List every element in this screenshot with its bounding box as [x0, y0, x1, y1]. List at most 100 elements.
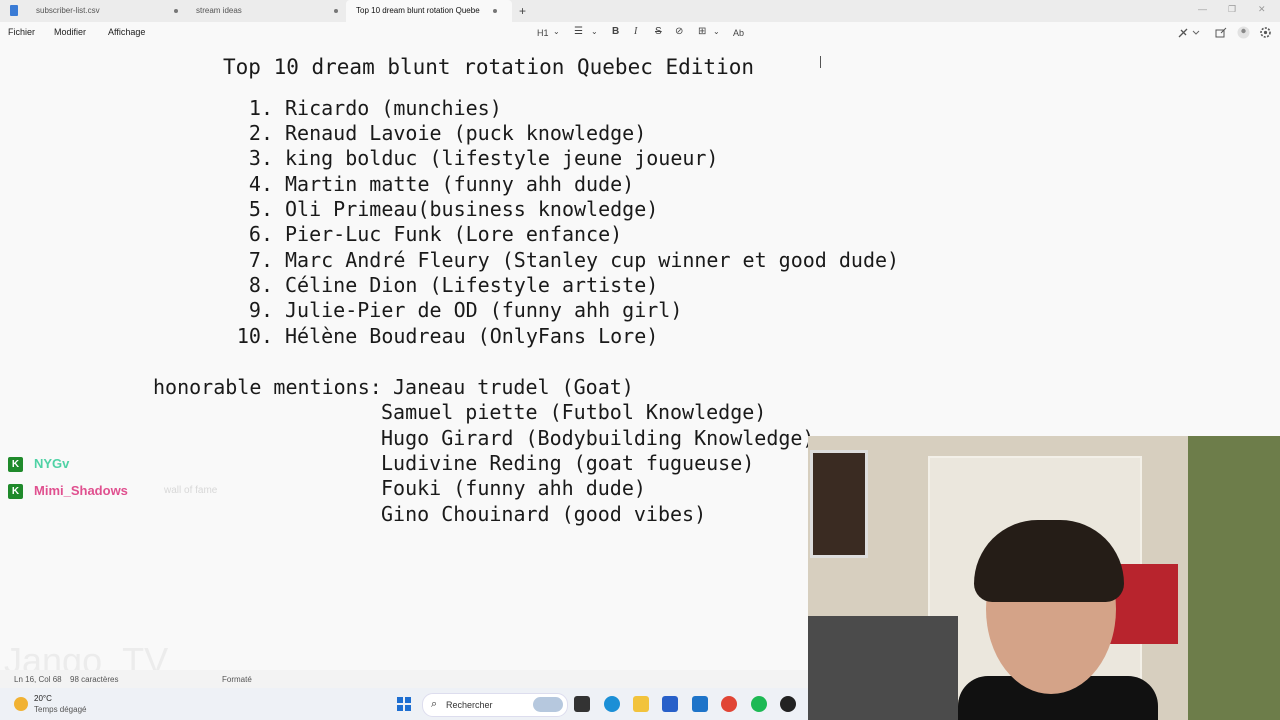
list-text: Ricardo (munchies)	[285, 96, 502, 120]
list-number: 4.	[248, 172, 273, 196]
bold-button[interactable]: B	[612, 26, 619, 37]
spellcheck-icon[interactable]: Ab	[733, 28, 744, 38]
file-explorer-icon[interactable]	[633, 696, 649, 712]
new-tab-button[interactable]: +	[519, 4, 526, 18]
honorable-mention: Hugo Girard (Bodybuilding Knowledge)	[381, 426, 815, 450]
store-icon[interactable]	[662, 696, 678, 712]
strikethrough-button[interactable]: S	[655, 26, 662, 37]
link-icon[interactable]: ⊘	[675, 26, 683, 37]
document-title: Top 10 dream blunt rotation Quebec Editi…	[223, 55, 755, 79]
tab-bar: subscriber-list.csv stream ideas Top 10 …	[0, 0, 1280, 22]
tab-stream-ideas[interactable]: stream ideas	[184, 0, 344, 22]
edge-icon[interactable]	[604, 696, 620, 712]
list-text: Pier-Luc Funk (Lore enfance)	[285, 222, 623, 246]
honorable-mention: Gino Chouinard (good vibes)	[381, 502, 707, 526]
honorable-mention: Samuel piette (Futbol Knowledge)	[381, 400, 767, 424]
list-icon[interactable]: ☰	[574, 26, 583, 37]
format-mode[interactable]: Formaté	[222, 675, 252, 684]
windows-start-icon[interactable]	[397, 697, 411, 711]
search-highlight-icon	[533, 697, 563, 712]
list-number: 7.	[248, 248, 273, 272]
list-text: king bolduc (lifestyle jeune joueur)	[285, 146, 719, 170]
honorable-mention: Ludivine Reding (goat fugueuse)	[381, 451, 755, 475]
list-number: 2.	[248, 121, 273, 145]
text-cursor-icon	[820, 56, 821, 68]
list-item: 6. Pier-Luc Funk (Lore enfance)	[249, 222, 623, 246]
list-item: 2. Renaud Lavoie (puck knowledge)	[249, 121, 647, 145]
webcam-plant	[1188, 436, 1280, 720]
menu-bar: Fichier Modifier Affichage	[0, 22, 1280, 44]
share-icon[interactable]	[1215, 27, 1227, 39]
restore-button[interactable]: ❐	[1228, 4, 1236, 15]
list-number: 5.	[248, 197, 273, 221]
task-view-icon[interactable]	[574, 696, 590, 712]
weather-temperature: 20°C	[34, 694, 52, 703]
search-icon: ⌕	[431, 698, 438, 710]
taskbar-search[interactable]: ⌕ Rechercher	[422, 693, 568, 717]
menu-fichier[interactable]: Fichier	[8, 27, 35, 37]
menu-modifier[interactable]: Modifier	[54, 27, 86, 37]
list-item: 8. Céline Dion (Lifestyle artiste)	[249, 273, 659, 297]
chat-text: wall of fame	[164, 485, 218, 496]
chevron-down-icon[interactable]	[1192, 30, 1200, 36]
heading-dropdown[interactable]: H1	[537, 28, 549, 38]
outlook-icon[interactable]	[692, 696, 708, 712]
tab-top-10[interactable]: Top 10 dream blunt rotation Quebe	[346, 0, 512, 22]
minimize-button[interactable]: —	[1198, 4, 1207, 14]
webcam-couch	[808, 616, 958, 720]
chat-username: Mimi_Shadows	[34, 483, 128, 498]
list-number: 1.	[248, 96, 273, 120]
list-number: 6.	[248, 222, 273, 246]
list-text: Renaud Lavoie (puck knowledge)	[285, 121, 647, 145]
kick-badge-icon: K	[8, 484, 23, 499]
unsaved-dot-icon[interactable]	[334, 9, 338, 13]
list-text: Hélène Boudreau (OnlyFans Lore)	[285, 324, 659, 348]
list-text: Céline Dion (Lifestyle artiste)	[285, 273, 659, 297]
tab-label: Top 10 dream blunt rotation Quebe	[356, 6, 480, 15]
list-text: Oli Primeau(business knowledge)	[285, 197, 659, 221]
chevron-down-icon[interactable]: ⌄	[591, 27, 598, 36]
tab-subscriber-list[interactable]: subscriber-list.csv	[24, 0, 184, 22]
settings-gear-icon[interactable]	[1259, 26, 1272, 39]
character-count: 98 caractères	[70, 675, 119, 684]
italic-button[interactable]: I	[634, 26, 637, 37]
status-bar: Ln 16, Col 68 98 caractères Formaté	[0, 670, 808, 688]
menu-affichage[interactable]: Affichage	[108, 27, 145, 37]
list-item: 5. Oli Primeau(business knowledge)	[249, 197, 659, 221]
unsaved-dot-icon[interactable]	[174, 9, 178, 13]
chat-username: NYGv	[34, 456, 70, 471]
list-text: Martin matte (funny ahh dude)	[285, 172, 635, 196]
honorable-mention: Fouki (funny ahh dude)	[381, 476, 646, 500]
table-icon[interactable]: ⊞	[698, 26, 706, 37]
tab-label: stream ideas	[196, 6, 242, 15]
chevron-down-icon[interactable]: ⌄	[713, 27, 720, 36]
spotify-icon[interactable]	[751, 696, 767, 712]
honorable-mentions-label: honorable mentions:	[153, 375, 382, 399]
honorable-mention: Janeau trudel (Goat)	[393, 375, 634, 399]
notepad-app-icon	[10, 5, 18, 16]
list-item: 9. Julie-Pier de OD (funny ahh girl)	[249, 298, 683, 322]
copilot-icon[interactable]	[1177, 27, 1189, 39]
search-placeholder: Rechercher	[446, 700, 493, 710]
unsaved-dot-icon[interactable]	[493, 9, 497, 13]
tab-label: subscriber-list.csv	[36, 6, 100, 15]
obs-icon[interactable]	[780, 696, 796, 712]
chrome-icon[interactable]	[721, 696, 737, 712]
chevron-down-icon[interactable]: ⌄	[553, 27, 560, 36]
list-number: 3.	[248, 146, 273, 170]
cursor-position: Ln 16, Col 68	[14, 675, 62, 684]
list-item: 4. Martin matte (funny ahh dude)	[249, 172, 635, 196]
list-item: 1. Ricardo (munchies)	[249, 96, 502, 120]
webcam-overlay	[808, 436, 1280, 720]
list-number: 8.	[248, 273, 273, 297]
close-button[interactable]: ✕	[1258, 4, 1266, 15]
weather-description: Temps dégagé	[34, 705, 87, 714]
list-item: 3. king bolduc (lifestyle jeune joueur)	[249, 146, 719, 170]
list-text: Julie-Pier de OD (funny ahh girl)	[285, 298, 683, 322]
list-item: 7. Marc André Fleury (Stanley cup winner …	[249, 248, 900, 272]
list-text: Marc André Fleury (Stanley cup winner et…	[285, 248, 900, 272]
list-number: 10.	[236, 324, 273, 348]
list-number: 9.	[248, 298, 273, 322]
weather-moon-icon[interactable]	[14, 697, 28, 711]
user-avatar-icon[interactable]	[1237, 26, 1250, 39]
